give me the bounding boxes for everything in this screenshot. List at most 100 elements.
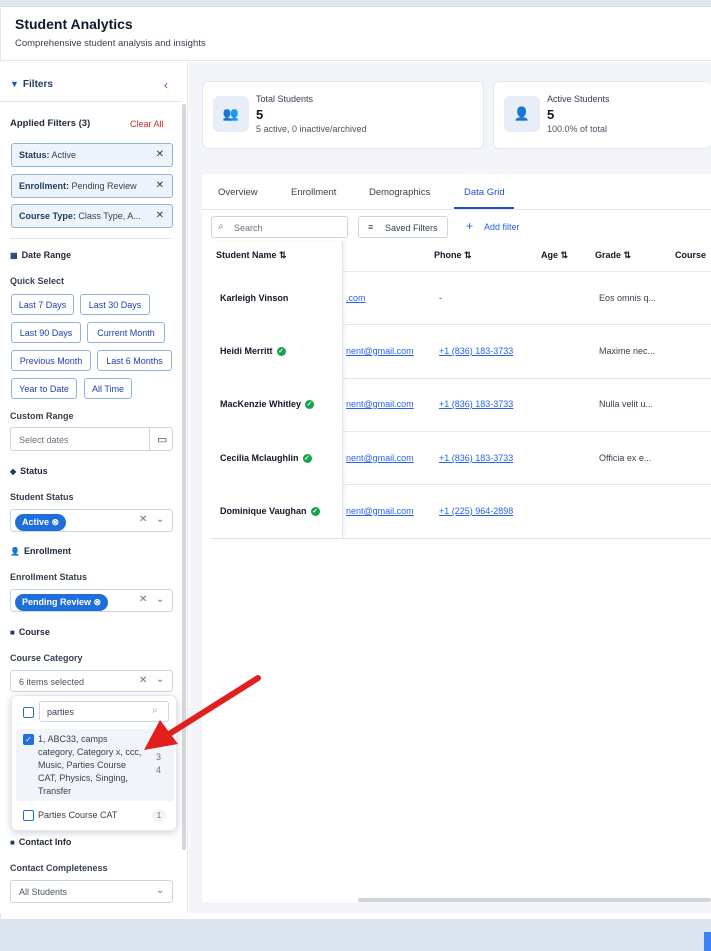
clear-icon[interactable]: ✕	[139, 514, 147, 525]
email-link[interactable]: nent@gmail.com	[346, 346, 414, 356]
remove-chip-icon[interactable]: ✕	[156, 210, 164, 221]
plus-icon[interactable]: +	[466, 219, 473, 233]
enrollment-title: Enrollment	[23, 546, 71, 556]
windows-start-icon[interactable]	[704, 932, 711, 951]
saved-filters-button[interactable]: ≡ Saved Filters	[358, 216, 448, 238]
stat-title: Active Students	[547, 94, 610, 104]
tab-data-grid[interactable]: Data Grid	[464, 187, 505, 198]
horizontal-scrollbar[interactable]	[358, 898, 711, 902]
phone-link[interactable]: +1 (836) 183-3733	[439, 399, 513, 409]
enrollment-heading: 👤 Enrollment	[10, 546, 71, 556]
last-7-days-button[interactable]: Last 7 Days	[11, 294, 74, 315]
course-heading: ■ Course	[10, 627, 50, 637]
add-filter-button[interactable]: Add filter	[484, 222, 520, 232]
last-6-months-button[interactable]: Last 6 Months	[97, 350, 172, 371]
status-heading: ◆ Status	[10, 466, 48, 476]
email-link[interactable]: .com	[346, 293, 366, 303]
select-all-checkbox[interactable]	[23, 707, 34, 718]
current-month-button[interactable]: Current Month	[87, 322, 165, 343]
calendar-icon[interactable]: ▭	[157, 433, 167, 446]
remove-chip-icon[interactable]: ✕	[156, 180, 164, 191]
selected-tag-active[interactable]: Active ⊗	[15, 514, 67, 531]
filter-icon: ▼	[10, 79, 19, 89]
annotation-arrow	[144, 675, 261, 750]
header-label: Course	[675, 250, 707, 260]
student-name-cell[interactable]: MacKenzie Whitley ✓	[220, 399, 315, 410]
chevron-down-icon[interactable]: ⌄	[156, 594, 164, 605]
last-90-days-button[interactable]: Last 90 Days	[11, 322, 81, 343]
filters-title: Filters	[22, 79, 53, 90]
student-name[interactable]: Karleigh Vinson	[220, 293, 288, 303]
tabs-divider	[202, 209, 711, 210]
student-name-cell[interactable]: Cecilia Mclaughlin ✓	[220, 453, 312, 464]
enrollment-status-select[interactable]: Pending Review ⊗ ✕ ⌄	[10, 589, 173, 612]
verified-check-icon: ✓	[276, 347, 286, 357]
all-time-button[interactable]: All Time	[84, 378, 132, 399]
email-link[interactable]: nent@gmail.com	[346, 506, 414, 516]
stat-card-total: 👥 Total Students 5 5 active, 0 inactive/…	[202, 81, 484, 149]
phone-cell: -	[439, 293, 442, 303]
filter-chip-status[interactable]: Status: Active ✕	[11, 143, 173, 167]
input-divider	[149, 428, 150, 450]
grade-cell: Nulla velit u...	[599, 399, 654, 409]
tab-overview[interactable]: Overview	[218, 187, 258, 198]
email-link[interactable]: nent@gmail.com	[346, 453, 414, 463]
student-status-select[interactable]: Active ⊗ ✕ ⌄	[10, 509, 173, 532]
column-header-age[interactable]: Age ⇅	[541, 250, 568, 261]
verified-check-icon: ✓	[302, 454, 312, 464]
clear-all-button[interactable]: Clear All	[130, 119, 164, 129]
date-range-input[interactable]: Select dates ▭	[10, 427, 173, 451]
student-name-cell[interactable]: Heidi Merritt ✓	[220, 346, 286, 357]
sidebar-divider	[10, 238, 172, 239]
tag-icon: ◆	[10, 467, 17, 476]
stat-value: 5	[256, 107, 264, 122]
grid-search-input[interactable]: ⌕ Search	[211, 216, 348, 238]
remove-tag-icon[interactable]: ⊗	[94, 597, 102, 607]
remove-tag-icon[interactable]: ⊗	[52, 517, 60, 527]
student-name: Cecilia Mclaughlin	[220, 453, 299, 463]
last-30-days-button[interactable]: Last 30 Days	[80, 294, 150, 315]
phone-link[interactable]: +1 (836) 183-3733	[439, 346, 513, 356]
tab-enrollment[interactable]: Enrollment	[291, 187, 336, 198]
sort-icon[interactable]: ⇅	[464, 250, 472, 260]
column-header-phone[interactable]: Phone ⇅	[434, 250, 472, 261]
chip-key: Course Type:	[19, 211, 76, 221]
date-range-placeholder: Select dates	[19, 435, 69, 445]
remove-chip-icon[interactable]: ✕	[156, 149, 164, 160]
sort-icon[interactable]: ⇅	[279, 250, 287, 260]
option-checkbox-checked[interactable]: ✓	[23, 734, 34, 745]
phone-link[interactable]: +1 (225) 964-2898	[439, 506, 513, 516]
taskbar	[0, 919, 711, 951]
student-name-cell[interactable]: Dominique Vaughan ✓	[220, 506, 320, 517]
header-label: Grade	[595, 250, 622, 260]
sort-icon[interactable]: ⇅	[624, 250, 632, 260]
chevron-down-icon[interactable]: ⌄	[156, 514, 164, 525]
selected-tag-pending[interactable]: Pending Review ⊗	[15, 594, 109, 611]
option-checkbox[interactable]	[23, 810, 34, 821]
chevron-down-icon[interactable]: ⌄	[156, 885, 164, 896]
dropdown-option-2[interactable]: Parties Course CAT 1	[16, 805, 174, 827]
filters-heading: ▼ Filters	[10, 79, 53, 90]
verified-check-icon: ✓	[305, 400, 315, 410]
date-range-heading: ▦ Date Range	[10, 250, 71, 260]
page-title: Student Analytics	[15, 16, 133, 32]
active-tab-indicator	[454, 207, 514, 209]
quick-select-label: Quick Select	[10, 276, 65, 286]
contact-completeness-select[interactable]: All Students ⌄	[10, 880, 173, 903]
year-to-date-button[interactable]: Year to Date	[11, 378, 77, 399]
option-label: Parties Course CAT	[38, 810, 118, 820]
stat-title: Total Students	[256, 94, 314, 104]
column-header-course[interactable]: Course	[675, 250, 706, 260]
header-label: Phone	[434, 250, 462, 260]
previous-month-button[interactable]: Previous Month	[11, 350, 91, 371]
column-header-student-name[interactable]: Student Name ⇅	[216, 250, 287, 261]
tab-demographics[interactable]: Demographics	[369, 187, 430, 198]
column-header-grade[interactable]: Grade ⇅	[595, 250, 631, 261]
email-link[interactable]: nent@gmail.com	[346, 399, 414, 409]
collapse-chevron-icon[interactable]: ‹	[164, 78, 168, 92]
filter-chip-course-type[interactable]: Course Type: Class Type, A... ✕	[11, 204, 173, 228]
filter-chip-enrollment[interactable]: Enrollment: Pending Review ✕	[11, 174, 173, 198]
sort-icon[interactable]: ⇅	[561, 250, 569, 260]
clear-icon[interactable]: ✕	[139, 594, 147, 605]
phone-link[interactable]: +1 (836) 183-3733	[439, 453, 513, 463]
